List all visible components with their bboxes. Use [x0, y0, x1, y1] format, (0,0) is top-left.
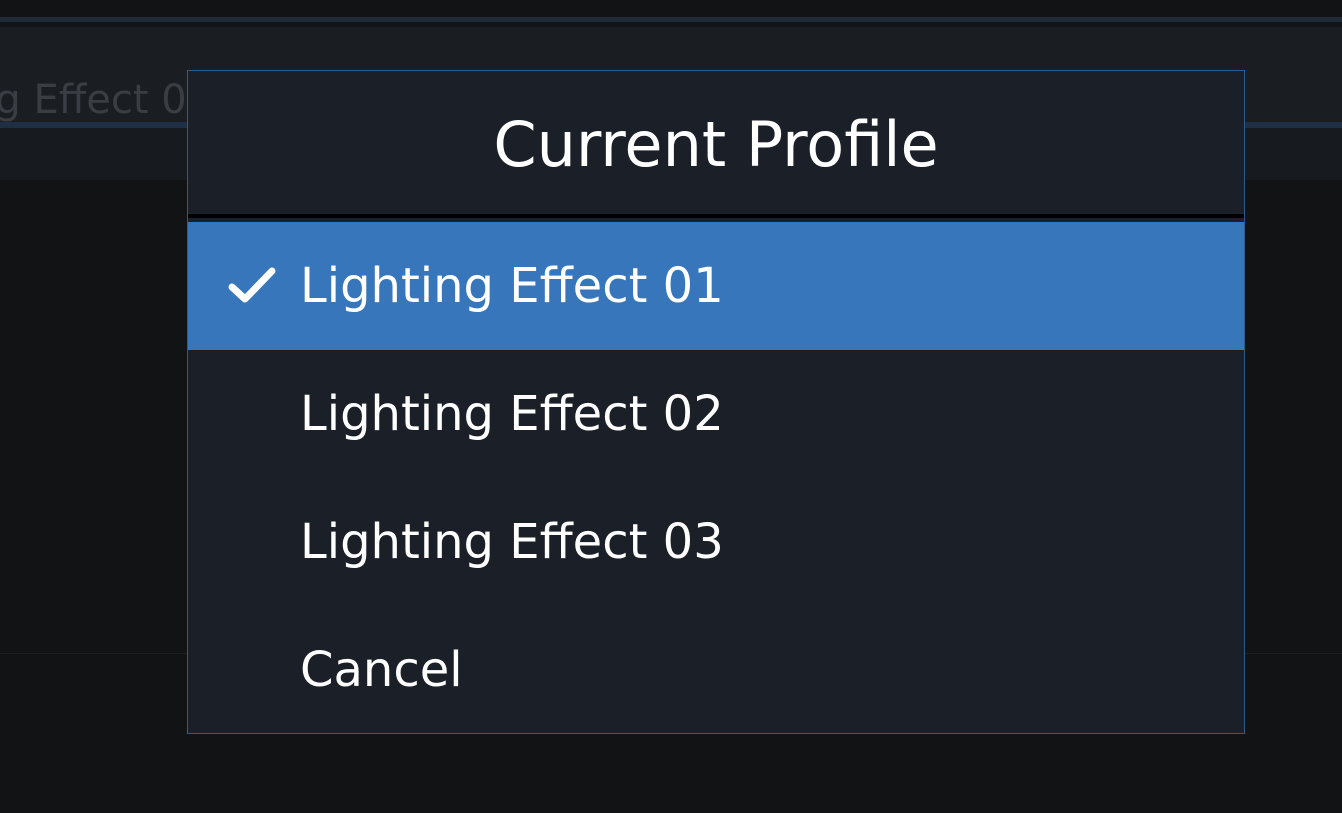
menu-item-label: Lighting Effect 03: [300, 514, 724, 570]
menu-item-lighting-effect-02[interactable]: Lighting Effect 02: [188, 350, 1244, 478]
menu-item-label: Lighting Effect 02: [300, 386, 724, 442]
checkmark-icon: [228, 267, 276, 303]
profile-dialog: Current Profile Lighting Effect 01 Light…: [187, 70, 1245, 734]
menu-item-lighting-effect-01[interactable]: Lighting Effect 01: [188, 222, 1244, 350]
menu-item-label: Cancel: [300, 642, 463, 698]
background-top-line: [0, 17, 1342, 22]
menu-item-cancel[interactable]: Cancel: [188, 606, 1244, 734]
menu-item-lighting-effect-03[interactable]: Lighting Effect 03: [188, 478, 1244, 606]
menu-item-label: Lighting Effect 01: [300, 258, 724, 314]
dialog-title: Current Profile: [188, 71, 1244, 218]
background-header-text: ng Effect 01: [0, 77, 212, 123]
